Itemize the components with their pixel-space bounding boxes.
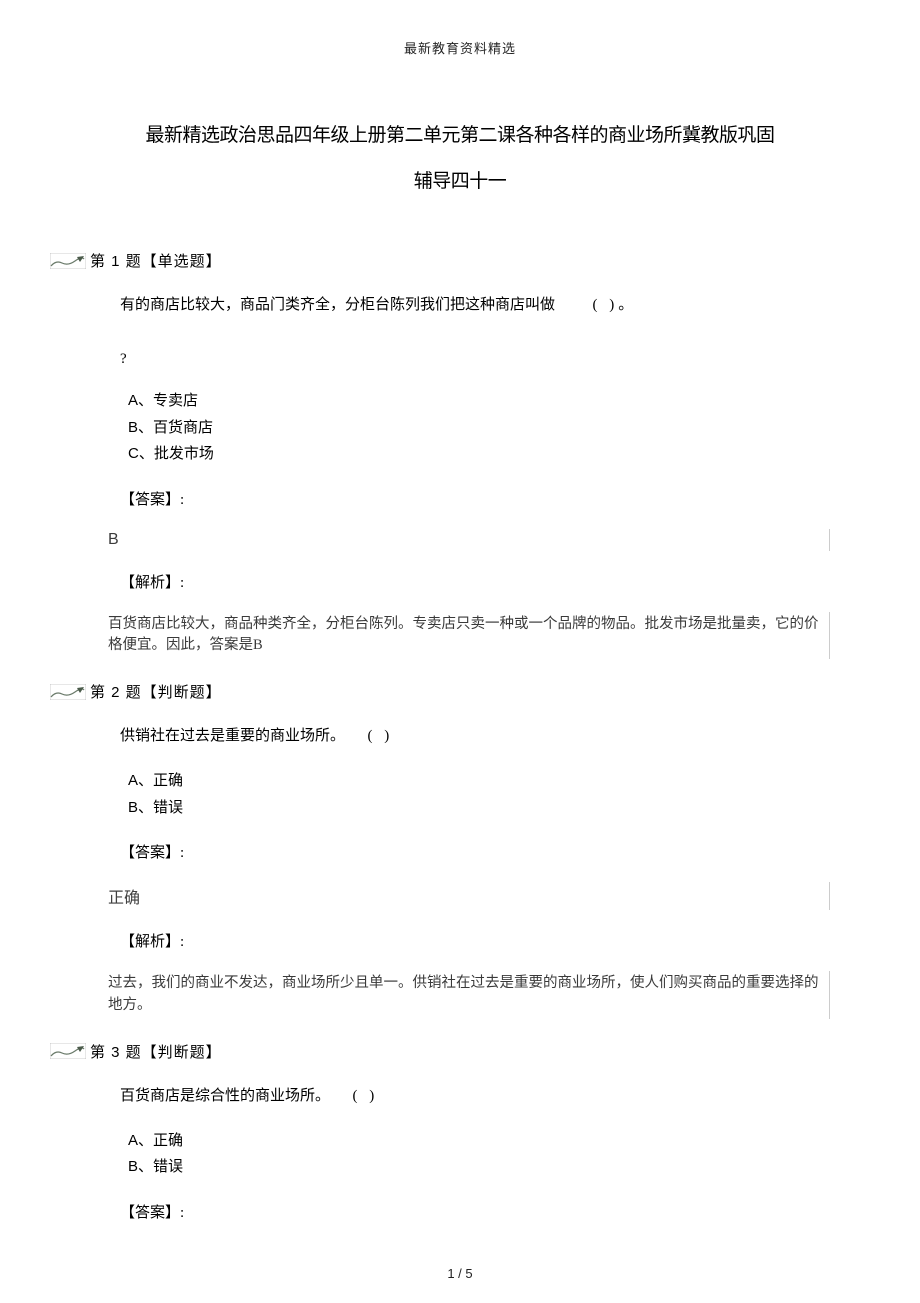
- question-2-stem: 供销社在过去是重要的商业场所。: [120, 728, 345, 744]
- question-3: 第 3 题【判断题】 百货商店是综合性的商业场所。 ( ) A、正确 B、错误 …: [90, 1041, 830, 1222]
- bullet-icon: [50, 683, 86, 701]
- page-footer: 1 / 5: [0, 1266, 920, 1281]
- title-line-2: 辅导四十一: [414, 171, 507, 192]
- question-2-label: 第 2 题【判断题】: [90, 681, 222, 702]
- question-3-label: 第 3 题【判断题】: [90, 1041, 222, 1062]
- question-1-options: A、专卖店 B、百货商店 C、批发市场: [128, 388, 830, 468]
- question-2-explain: 过去，我们的商业不发达，商业场所少且单一。供销社在过去是重要的商业场所，使人们购…: [108, 971, 830, 1019]
- question-1-body: 有的商店比较大，商品门类齐全，分柜台陈列我们把这种商店叫做 ( )。 ? A、专…: [90, 293, 830, 659]
- answer-label: 【答案】:: [120, 488, 830, 509]
- question-1-mark: ?: [120, 351, 830, 368]
- question-1-header: 第 1 题【单选题】: [50, 250, 830, 271]
- option-b-letter: B、: [128, 419, 153, 436]
- option-b: B、百货商店: [128, 415, 830, 442]
- page-header: 最新教育资料精选: [0, 0, 920, 57]
- option-b-text: 错误: [153, 1159, 183, 1175]
- question-2-header: 第 2 题【判断题】: [50, 681, 830, 702]
- option-a-letter: A、: [128, 1132, 153, 1149]
- question-2-body: 供销社在过去是重要的商业场所。 ( ) A、正确 B、错误 【答案】: 正确 【…: [90, 724, 830, 1019]
- option-a-text: 正确: [153, 773, 183, 789]
- option-a: A、正确: [128, 768, 830, 795]
- question-1: 第 1 题【单选题】 有的商店比较大，商品门类齐全，分柜台陈列我们把这种商店叫做…: [90, 250, 830, 659]
- question-3-body: 百货商店是综合性的商业场所。 ( ) A、正确 B、错误 【答案】:: [90, 1084, 830, 1222]
- question-1-answer: B: [108, 529, 830, 551]
- option-b: B、错误: [128, 795, 830, 822]
- question-2-blank: ( ): [368, 724, 394, 748]
- explain-label: 【解析】:: [120, 930, 830, 951]
- question-3-options: A、正确 B、错误: [128, 1128, 830, 1181]
- option-b-letter: B、: [128, 1158, 153, 1175]
- question-2-options: A、正确 B、错误: [128, 768, 830, 821]
- question-3-header: 第 3 题【判断题】: [50, 1041, 830, 1062]
- explain-label: 【解析】:: [120, 571, 830, 592]
- question-2: 第 2 题【判断题】 供销社在过去是重要的商业场所。 ( ) A、正确 B、错误…: [90, 681, 830, 1019]
- question-3-blank: ( ): [353, 1084, 379, 1108]
- option-b: B、错误: [128, 1154, 830, 1181]
- option-c-text: 批发市场: [154, 446, 214, 462]
- bullet-icon: [50, 252, 86, 270]
- option-b-text: 错误: [153, 800, 183, 816]
- option-a-text: 专卖店: [153, 393, 198, 409]
- option-a: A、专卖店: [128, 388, 830, 415]
- answer-label: 【答案】:: [120, 841, 830, 862]
- title-line-1: 最新精选政治思品四年级上册第二单元第二课各种各样的商业场所冀教版巩固: [145, 125, 774, 146]
- question-3-text: 百货商店是综合性的商业场所。 ( ): [120, 1084, 830, 1108]
- bullet-icon: [50, 1042, 86, 1060]
- question-3-stem: 百货商店是综合性的商业场所。: [120, 1088, 330, 1104]
- option-c: C、批发市场: [128, 441, 830, 468]
- option-a: A、正确: [128, 1128, 830, 1155]
- option-a-letter: A、: [128, 392, 153, 409]
- question-2-text: 供销社在过去是重要的商业场所。 ( ): [120, 724, 830, 748]
- option-b-letter: B、: [128, 799, 153, 816]
- option-c-letter: C、: [128, 445, 154, 462]
- option-b-text: 百货商店: [153, 420, 213, 436]
- document-title: 最新精选政治思品四年级上册第二单元第二课各种各样的商业场所冀教版巩固 辅导四十一: [90, 113, 830, 204]
- question-1-blank: ( )。: [593, 293, 638, 317]
- question-1-explain: 百货商店比较大，商品种类齐全，分柜台陈列。专卖店只卖一种或一个品牌的物品。批发市…: [108, 612, 830, 660]
- question-2-answer: 正确: [108, 882, 830, 910]
- document-content: 最新精选政治思品四年级上册第二单元第二课各种各样的商业场所冀教版巩固 辅导四十一…: [0, 113, 920, 1222]
- question-1-label: 第 1 题【单选题】: [90, 250, 222, 271]
- answer-label: 【答案】:: [120, 1201, 830, 1222]
- question-1-text: 有的商店比较大，商品门类齐全，分柜台陈列我们把这种商店叫做 ( )。: [120, 293, 830, 317]
- question-1-stem: 有的商店比较大，商品门类齐全，分柜台陈列我们把这种商店叫做: [120, 297, 555, 313]
- option-a-text: 正确: [153, 1133, 183, 1149]
- option-a-letter: A、: [128, 772, 153, 789]
